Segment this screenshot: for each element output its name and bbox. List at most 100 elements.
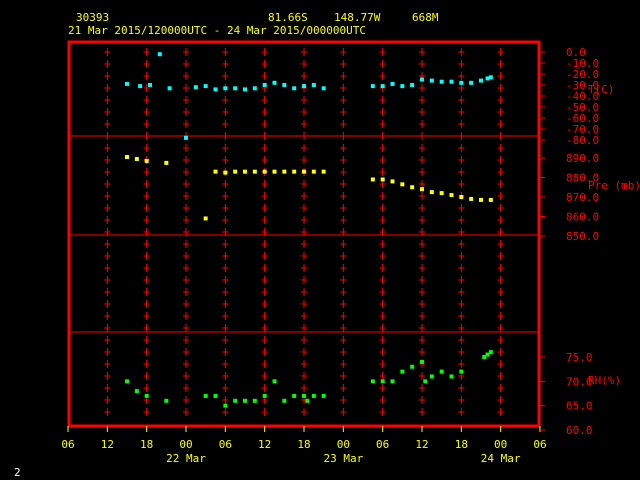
temperature-point xyxy=(459,80,464,85)
x-tick-label: 00 xyxy=(179,438,192,451)
y-axis-label-rh: RH(%) xyxy=(588,374,621,387)
y-tick-label: 65.0 xyxy=(566,400,593,413)
rh-point xyxy=(292,393,297,398)
rh-point xyxy=(134,389,139,394)
x-tick-label: 18 xyxy=(297,438,310,451)
temperature-point xyxy=(439,79,444,84)
pressure-point xyxy=(439,191,444,196)
rh-point xyxy=(243,398,247,403)
day-label: 22 Mar xyxy=(166,452,206,465)
y-tick-label: 60.0 xyxy=(566,424,593,437)
rh-point xyxy=(459,369,464,374)
x-tick-label: 00 xyxy=(337,438,350,451)
pressure-point xyxy=(321,169,326,174)
pressure-point xyxy=(164,160,169,165)
rh-point xyxy=(423,379,428,384)
temperature-point xyxy=(420,77,424,82)
pressure-point xyxy=(449,193,454,198)
pressure-point xyxy=(252,169,257,174)
pressure-point xyxy=(272,169,277,174)
pressure-point xyxy=(410,185,415,190)
temperature-point xyxy=(125,81,129,86)
day-label: 24 Mar xyxy=(481,452,521,465)
y-tick-label: 860.0 xyxy=(566,211,599,224)
rh-point xyxy=(390,379,395,384)
temperature-point xyxy=(429,78,434,83)
pressure-point xyxy=(302,169,306,174)
temperature-point xyxy=(157,52,162,57)
x-tick-label: 12 xyxy=(415,438,428,451)
y-tick-label: 75.0 xyxy=(566,351,593,364)
rh-point xyxy=(223,403,228,408)
pressure-point xyxy=(479,197,483,202)
pressure-point xyxy=(213,169,218,174)
rh-point xyxy=(125,379,129,384)
pressure-point xyxy=(370,177,375,182)
temperature-point xyxy=(262,83,267,87)
rh-point xyxy=(305,398,310,403)
x-tick-label: 18 xyxy=(140,438,153,451)
pressure-point xyxy=(134,156,139,161)
temperature-point xyxy=(321,86,326,91)
pressure-point xyxy=(420,187,424,192)
x-tick-label: 00 xyxy=(494,438,507,451)
temperature-point xyxy=(370,84,375,89)
pressure-point xyxy=(390,179,395,184)
temperature-point xyxy=(193,85,198,90)
x-tick-label: 18 xyxy=(455,438,468,451)
rh-point xyxy=(252,398,257,403)
pressure-point xyxy=(223,170,228,175)
temperature-point xyxy=(252,86,257,91)
pressure-point xyxy=(203,216,208,221)
temperature-point xyxy=(213,87,218,92)
pressure-point xyxy=(400,182,405,187)
y-tick-label: 870.0 xyxy=(566,191,599,204)
rh-point xyxy=(410,364,415,369)
temperature-point xyxy=(292,86,297,91)
temperature-point xyxy=(138,84,143,89)
x-tick-label: 06 xyxy=(376,438,389,451)
pressure-point xyxy=(233,169,238,174)
rh-point xyxy=(400,369,405,374)
x-tick-label: 06 xyxy=(61,438,74,451)
rh-point xyxy=(321,393,326,398)
rh-point xyxy=(233,398,238,403)
temperature-point xyxy=(203,84,208,89)
temperature-point xyxy=(167,86,172,91)
temperature-point xyxy=(469,80,474,85)
temperature-point xyxy=(243,87,247,92)
x-tick-label: 12 xyxy=(101,438,114,451)
temperature-point xyxy=(184,135,188,140)
x-tick-label: 12 xyxy=(258,438,271,451)
pressure-point xyxy=(469,196,474,201)
meteogram-chart: 06 12 18 00 06 12 18 00 06 12 18 00 06 22 Mar 23 Mar 24… xyxy=(61,40,640,465)
rh-point xyxy=(164,398,169,403)
rh-point xyxy=(439,369,444,374)
temperature-point xyxy=(488,75,493,80)
y-tick-label: -80.0 xyxy=(566,134,599,147)
rh-point xyxy=(311,393,316,398)
rh-point xyxy=(380,379,385,384)
pressure-point xyxy=(488,197,493,202)
temperature-point xyxy=(479,78,483,83)
x-tick-label: 06 xyxy=(219,438,232,451)
pressure-point xyxy=(282,169,287,174)
temperature-point xyxy=(410,83,415,87)
y-axis-label-pressure: Pre (mb) xyxy=(588,179,640,192)
temperature-point xyxy=(272,80,277,85)
pressure-point xyxy=(292,169,297,174)
rh-point xyxy=(144,393,149,398)
pressure-point xyxy=(311,169,316,174)
rh-point xyxy=(488,350,493,355)
pressure-point xyxy=(380,177,385,182)
rh-point xyxy=(449,374,454,379)
temperature-point xyxy=(390,81,395,86)
pressure-point xyxy=(262,169,267,174)
y-axis-label-temperature: T(C) xyxy=(588,83,615,96)
x-tick-label: 06 xyxy=(533,438,546,451)
temperature-point xyxy=(380,84,385,89)
pressure-point xyxy=(459,195,464,199)
rh-point xyxy=(302,393,306,398)
temperature-point xyxy=(302,84,306,89)
temperature-point xyxy=(223,86,228,91)
